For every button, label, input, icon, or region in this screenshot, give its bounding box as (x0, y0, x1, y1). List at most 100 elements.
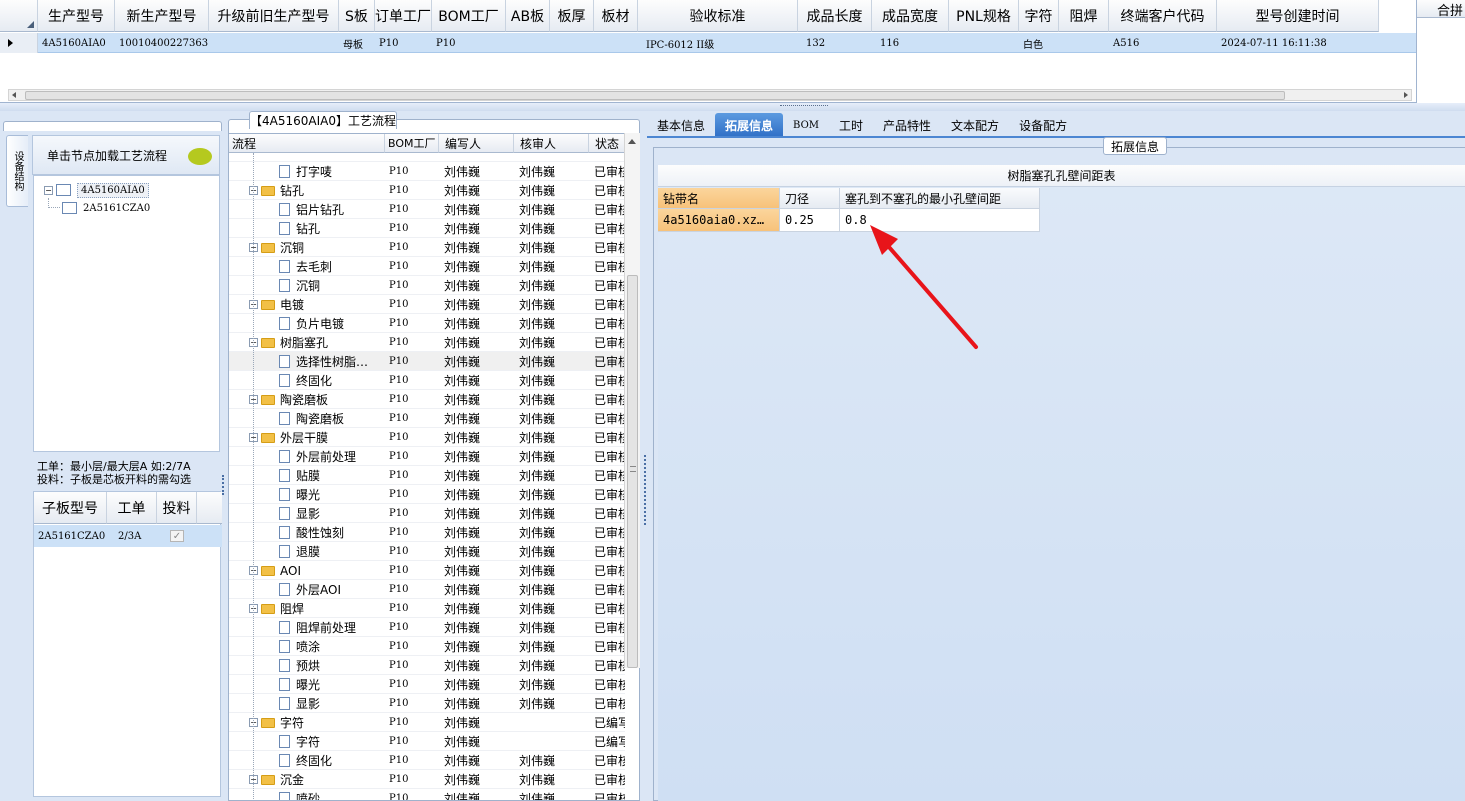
scroll-right-icon[interactable] (1404, 92, 1408, 98)
process-row[interactable]: 铝片钻孔 P10 刘伟巍 刘伟巍 已审核 (229, 200, 625, 219)
process-bom: P10 (389, 527, 409, 538)
document-icon (279, 412, 290, 425)
top-col-header[interactable]: 板厚 (550, 0, 594, 32)
tab-3[interactable]: 工时 (829, 113, 873, 137)
process-bom: P10 (389, 793, 409, 801)
scroll-thumb[interactable] (25, 91, 1285, 100)
process-row[interactable]: −沉铜P10 刘伟巍 刘伟巍 已审核 (229, 238, 625, 257)
col-sub-model[interactable]: 子板型号 (34, 492, 107, 524)
process-name-text: 贴膜 (296, 469, 321, 483)
top-col-header[interactable]: 终端客户代码 (1109, 0, 1217, 32)
top-col-header[interactable]: 订单工厂 (375, 0, 432, 32)
splitter-grip-icon[interactable] (780, 105, 828, 108)
top-col-header[interactable]: 升级前旧生产型号 (209, 0, 339, 32)
process-name-text: 电镀 (280, 298, 305, 312)
tree-node-child[interactable]: 2A5161CZA0 (62, 199, 182, 217)
process-row[interactable]: −陶瓷磨板P10 刘伟巍 刘伟巍 已审核 (229, 390, 625, 409)
top-col-header[interactable]: 新生产型号 (115, 0, 209, 32)
process-row[interactable]: 选择性树脂… P10 刘伟巍 刘伟巍 已审核 (229, 352, 625, 371)
process-row[interactable]: 喷涂 P10 刘伟巍 刘伟巍 已审核 (229, 637, 625, 656)
top-col-header[interactable]: AB板 (506, 0, 550, 32)
cell-drill-tape-name[interactable]: 4a5160aia0.xz… (658, 209, 780, 232)
merge-header[interactable]: 合拼 (1417, 0, 1465, 18)
tab-2[interactable]: BOM (783, 113, 829, 137)
chat-bubble-icon[interactable] (188, 148, 212, 165)
tree-node-label[interactable]: 4A5160AIA0 (77, 182, 149, 198)
process-row[interactable]: 阻焊前处理 P10 刘伟巍 刘伟巍 已审核 (229, 618, 625, 637)
process-row[interactable]: −电镀P10 刘伟巍 刘伟巍 已审核 (229, 295, 625, 314)
process-row[interactable]: −AOIP10 刘伟巍 刘伟巍 已审核 (229, 561, 625, 580)
feed-checkbox[interactable]: ✓ (170, 530, 184, 542)
process-row[interactable]: 喷砂 P10 刘伟巍 刘伟巍 已审核 (229, 789, 625, 801)
top-col-header[interactable]: 阻焊 (1059, 0, 1109, 32)
scroll-left-icon[interactable] (12, 92, 16, 98)
process-row[interactable]: 曝光 P10 刘伟巍 刘伟巍 已审核 (229, 485, 625, 504)
tab-0[interactable]: 基本信息 (647, 113, 715, 137)
top-col-header[interactable]: 型号创建时间 (1217, 0, 1379, 32)
tree-node-root[interactable]: − 4A5160AIA0 (44, 181, 164, 199)
process-name-text: 外层前处理 (296, 450, 357, 464)
tab-6[interactable]: 设备配方 (1009, 113, 1077, 137)
process-row[interactable]: 退膜 P10 刘伟巍 刘伟巍 已审核 (229, 542, 625, 561)
process-row[interactable]: −外层干膜P10 刘伟巍 刘伟巍 已审核 (229, 428, 625, 447)
scroll-thumb[interactable] (627, 275, 638, 668)
col-work-order[interactable]: 工单 (107, 492, 157, 524)
process-row[interactable]: 沉铜 P10 刘伟巍 刘伟巍 已审核 (229, 276, 625, 295)
document-icon (279, 583, 290, 596)
process-row[interactable]: −沉金P10 刘伟巍 刘伟巍 已审核 (229, 770, 625, 789)
top-col-header[interactable]: 成品宽度 (872, 0, 949, 32)
process-row[interactable]: −树脂塞孔P10 刘伟巍 刘伟巍 已审核 (229, 333, 625, 352)
process-row[interactable]: −阻焊P10 刘伟巍 刘伟巍 已审核 (229, 599, 625, 618)
process-row[interactable]: 显影 P10 刘伟巍 刘伟巍 已审核 (229, 504, 625, 523)
process-row[interactable]: 外层前处理 P10 刘伟巍 刘伟巍 已审核 (229, 447, 625, 466)
scroll-up-icon[interactable] (628, 139, 636, 144)
process-writer: 刘伟巍 (444, 602, 481, 616)
process-row[interactable]: 外层AOI P10 刘伟巍 刘伟巍 已审核 (229, 580, 625, 599)
col-min-wall-distance[interactable]: 塞孔到不塞孔的最小孔壁间距 (840, 188, 1040, 209)
horizontal-scrollbar[interactable] (8, 89, 1412, 101)
process-row[interactable]: −字符P10 刘伟巍 已编写 (229, 713, 625, 732)
top-col-header[interactable]: PNL规格 (949, 0, 1019, 32)
cell-tool-diameter[interactable]: 0.25 (780, 209, 840, 232)
process-reviewer: 刘伟巍 (519, 317, 556, 331)
process-row[interactable]: 酸性蚀刻 P10 刘伟巍 刘伟巍 已审核 (229, 523, 625, 542)
process-row[interactable]: 打字唛 P10 刘伟巍 刘伟巍 已审核 (229, 162, 625, 181)
process-reviewer: 刘伟巍 (519, 184, 556, 198)
process-row[interactable]: 陶瓷磨板 P10 刘伟巍 刘伟巍 已审核 (229, 409, 625, 428)
process-row[interactable]: 字符 P10 刘伟巍 已编写 (229, 732, 625, 751)
process-row[interactable]: 预烘 P10 刘伟巍 刘伟巍 已审核 (229, 656, 625, 675)
col-drill-tape-name[interactable]: 钻带名 (658, 188, 780, 209)
top-col-header[interactable]: BOM工厂 (432, 0, 506, 32)
process-bom: P10 (389, 261, 409, 272)
process-row[interactable]: 去毛刺 P10 刘伟巍 刘伟巍 已审核 (229, 257, 625, 276)
process-vertical-scrollbar[interactable] (624, 133, 640, 668)
tab-5[interactable]: 文本配方 (941, 113, 1009, 137)
collapse-icon[interactable]: − (44, 185, 53, 195)
top-col-header[interactable]: 成品长度 (798, 0, 872, 32)
vertical-tab-structure[interactable]: 设备结构 (6, 135, 28, 207)
top-col-header[interactable]: S板 (339, 0, 375, 32)
process-row[interactable]: 终固化 P10 刘伟巍 刘伟巍 已审核 (229, 371, 625, 390)
process-writer: 刘伟巍 (444, 716, 481, 730)
process-row[interactable] (229, 143, 625, 162)
process-row[interactable]: −钻孔P10 刘伟巍 刘伟巍 已审核 (229, 181, 625, 200)
process-name-text: 曝光 (296, 488, 321, 502)
top-col-header[interactable]: 字符 (1019, 0, 1059, 32)
process-row[interactable]: 终固化 P10 刘伟巍 刘伟巍 已审核 (229, 751, 625, 770)
top-col-header[interactable]: 板材 (594, 0, 638, 32)
process-row[interactable]: 贴膜 P10 刘伟巍 刘伟巍 已审核 (229, 466, 625, 485)
cell-work-order[interactable]: 2/3A (114, 526, 154, 546)
col-tool-diameter[interactable]: 刀径 (780, 188, 840, 209)
col-feed[interactable]: 投料 (157, 492, 197, 524)
top-col-header[interactable]: 生产型号 (38, 0, 115, 32)
tree-node-label[interactable]: 2A5161CZA0 (83, 203, 150, 214)
process-row[interactable]: 曝光 P10 刘伟巍 刘伟巍 已审核 (229, 675, 625, 694)
tab-1[interactable]: 拓展信息 (715, 113, 784, 137)
process-row[interactable]: 显影 P10 刘伟巍 刘伟巍 已审核 (229, 694, 625, 713)
process-row[interactable]: 钻孔 P10 刘伟巍 刘伟巍 已审核 (229, 219, 625, 238)
top-col-header[interactable]: 验收标准 (638, 0, 798, 32)
tab-4[interactable]: 产品特性 (873, 113, 941, 137)
document-icon (279, 279, 290, 292)
horizontal-splitter[interactable] (0, 103, 1465, 111)
process-row[interactable]: 负片电镀 P10 刘伟巍 刘伟巍 已审核 (229, 314, 625, 333)
